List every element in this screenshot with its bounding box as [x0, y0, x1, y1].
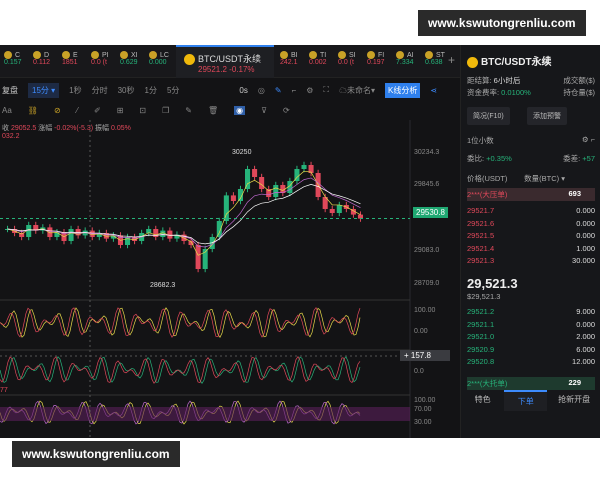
candle: [195, 245, 201, 269]
candle: [336, 205, 342, 213]
osc2-label: 77: [0, 387, 8, 394]
panel-title: BTC/USDT永续: [481, 57, 552, 68]
osc1-tick: 100.00: [414, 307, 436, 314]
y-tick: 29083.0: [414, 247, 440, 254]
watermark-top: www.kswutongrenliu.com: [418, 10, 586, 36]
y-tick: 29845.6: [414, 181, 440, 188]
orderbook-row[interactable]: 29521.4 1.000: [467, 244, 595, 253]
candle: [273, 185, 279, 197]
orderbook-row[interactable]: 29521.1 0.000: [467, 320, 595, 329]
osc3-tick: 30.00: [414, 419, 432, 426]
moving-average-line: [7, 177, 361, 248]
candle: [68, 229, 74, 241]
trading-app: C 0.157 D 0.112 E 1851 PI 0.0 (t XI 0.629 LC 0.000 …: [0, 45, 600, 438]
low-label: 28682.3: [150, 282, 176, 289]
last-price: 29,521.3: [467, 276, 518, 291]
current-price-label: 29530.8: [413, 207, 448, 218]
high-label: 30250: [232, 149, 252, 156]
orderbook-row[interactable]: 29521.6 0.000: [467, 219, 595, 228]
add-alert-button[interactable]: 添加预警: [527, 107, 567, 125]
orderbook-row[interactable]: 29521.3 30.000: [467, 256, 595, 265]
candle: [259, 177, 265, 189]
orderbook-row[interactable]: 29521.7 0.000: [467, 206, 595, 215]
watermark-bottom: www.kswutongrenliu.com: [12, 441, 180, 467]
overview-button[interactable]: 简况(F10): [467, 107, 510, 125]
tab-features[interactable]: 特色: [461, 390, 504, 411]
osc2-tick: 0.0: [414, 368, 424, 375]
price-chart[interactable]: [0, 45, 460, 438]
candle: [245, 169, 251, 189]
rsi-band: [0, 407, 410, 421]
order-panel: BTC/USDT永续 距结算: 6小时后 成交额($) 资金费率: 0.0100%…: [460, 45, 600, 438]
tab-new-listing[interactable]: 抢新开盘: [547, 390, 600, 411]
candle: [357, 214, 363, 219]
orderbook-row[interactable]: 29521.0 2.000: [467, 332, 595, 341]
candle: [329, 209, 335, 213]
crosshair-value: + 157.8: [400, 350, 450, 361]
candle: [301, 165, 307, 169]
y-tick: 28709.0: [414, 280, 440, 287]
candle: [252, 169, 258, 177]
candle: [230, 195, 236, 201]
osc3-tick: 100.00: [414, 397, 436, 404]
decimals-select[interactable]: 1位小数: [467, 135, 494, 146]
orderbook-row[interactable]: 29521.2 9.000: [467, 307, 595, 316]
tab-order[interactable]: 下单: [504, 390, 548, 411]
orderbook-row[interactable]: 29521.5 0.000: [467, 231, 595, 240]
candle: [223, 195, 229, 221]
y-tick: 30234.3: [414, 149, 440, 156]
osc1-tick: 0.00: [414, 328, 428, 335]
candle: [125, 237, 131, 245]
osc3-tick: 70.00: [414, 406, 432, 413]
last-price-usd: $29,521.3: [467, 292, 501, 301]
orderbook-row[interactable]: 29520.8 12.000: [467, 357, 595, 366]
oscillator-line: [0, 356, 361, 384]
orderbook-row[interactable]: 29520.9 6.000: [467, 345, 595, 354]
